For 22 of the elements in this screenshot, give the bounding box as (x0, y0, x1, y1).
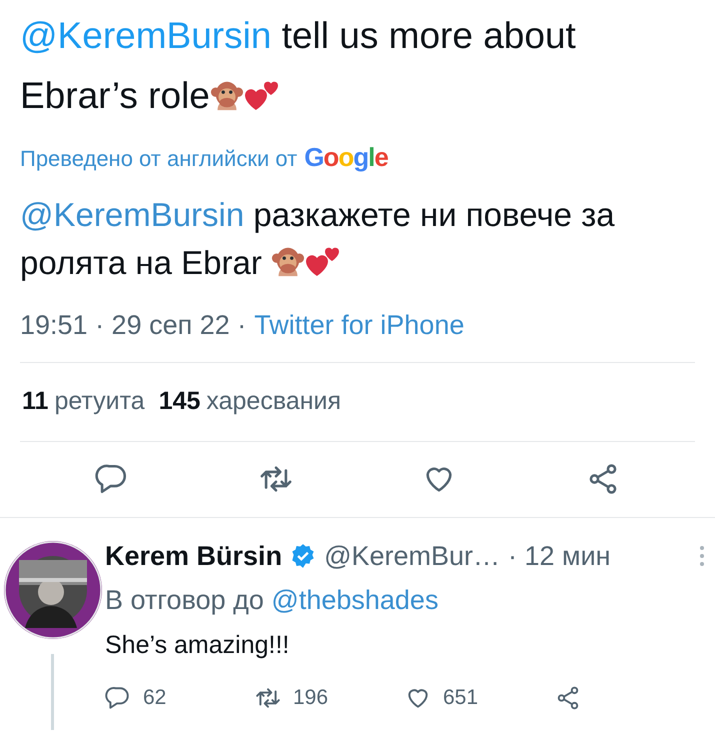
reply-context: В отговор до @thebshades (105, 584, 440, 617)
action-count: 651 (443, 685, 478, 711)
translation-label: Преведено от английски от (20, 145, 298, 173)
author-handle: @KeremBur… (324, 540, 500, 572)
speech-bubble-icon[interactable] (105, 684, 131, 711)
action-count: 196 (293, 685, 328, 711)
author-name[interactable]: Kerem Bürsin (105, 536, 282, 576)
reply-time: · 12 мин (508, 540, 611, 572)
stat-link[interactable]: 11 ретуита (22, 382, 145, 420)
google-logo: Google (304, 141, 388, 174)
tweet-timestamp: 19:51 · 29 сеп 22 · (20, 309, 246, 342)
share-icon[interactable] (555, 684, 581, 711)
source-link[interactable]: Twitter for iPhone (254, 305, 464, 346)
tweet-text: @KeremBursin tell us more about Ebrar’s role (20, 14, 577, 118)
mention-link[interactable]: @KeremBursin (20, 196, 244, 233)
reply-text: She’s amazing!!! (105, 630, 290, 660)
speech-bubble-icon[interactable] (94, 462, 129, 496)
mention-link[interactable]: @thebshades (271, 585, 438, 615)
translated-text: @KeremBursin разкажете ни повече за ролята на Ebrar (20, 195, 616, 283)
stat-link[interactable]: 145 харесвания (158, 382, 342, 420)
action-count: 62 (143, 685, 166, 711)
mention-link[interactable]: @KeremBursin (20, 15, 272, 56)
